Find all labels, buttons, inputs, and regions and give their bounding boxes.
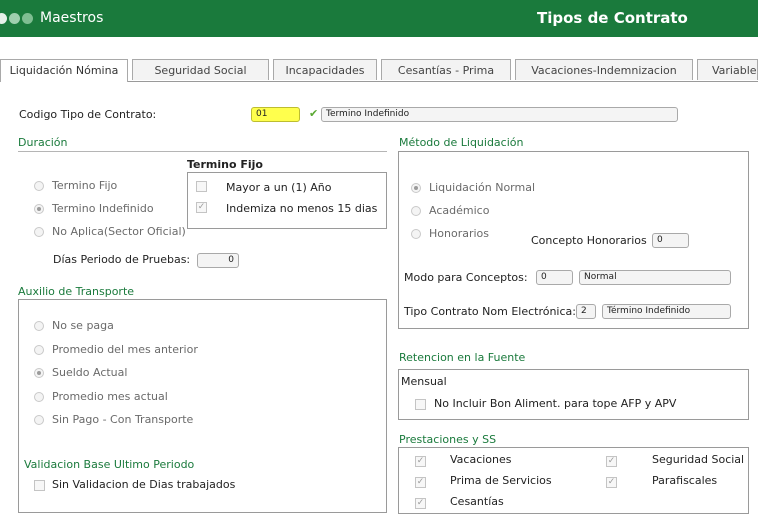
termino-fijo-title: Termino Fijo	[187, 158, 263, 171]
tab-variables[interactable]: Variables	[697, 59, 758, 80]
sin-validacion-checkbox[interactable]	[34, 480, 45, 491]
radio-no-aplica[interactable]	[34, 227, 44, 237]
tab-seguridad-social[interactable]: Seguridad Social	[132, 59, 269, 80]
window-dot-1[interactable]	[0, 13, 7, 24]
prestaciones-title: Prestaciones y SS	[399, 433, 497, 446]
vacaciones-checkbox[interactable]: ✓	[415, 456, 426, 467]
concepto-honorarios-label: Concepto Honorarios	[531, 234, 647, 247]
auxilio-title: Auxilio de Transporte	[18, 285, 135, 298]
duracion-title: Duración	[18, 136, 68, 149]
radio-sueldo-actual[interactable]	[34, 368, 44, 378]
codigo-input[interactable]: 01	[251, 107, 300, 122]
radio-no-se-paga[interactable]	[34, 321, 44, 331]
no-incluir-bon-label: No Incluir Bon Aliment. para tope AFP y …	[434, 397, 677, 410]
radio-sin-pago-con-transporte[interactable]	[34, 415, 44, 425]
parafiscales-label: Parafiscales	[652, 474, 718, 487]
seguridad-social-label: Seguridad Social	[652, 453, 745, 466]
duracion-divider	[18, 151, 387, 152]
cesantias-label: Cesantías	[450, 495, 504, 508]
lookup-check-icon[interactable]: ✔	[309, 107, 318, 120]
tipo-contrato-ne-label: Tipo Contrato Nom Electrónica:	[404, 305, 576, 318]
dias-prueba-label: Días Periodo de Pruebas:	[53, 253, 191, 266]
parafiscales-checkbox[interactable]: ✓	[606, 477, 617, 488]
radio-academico[interactable]	[411, 206, 421, 216]
screen-title: Tipos de Contrato	[537, 9, 688, 27]
window-dot-3[interactable]	[22, 13, 33, 24]
tab-liquidacion-nomina[interactable]: Liquidación Nómina	[0, 59, 128, 82]
tab-vacaciones-indemnizacion[interactable]: Vacaciones-Indemnizacion	[515, 59, 693, 80]
tab-bar: Liquidación Nómina Seguridad Social Inca…	[0, 59, 758, 82]
termino-fijo-label: Termino Fijo	[52, 179, 118, 192]
dias-prueba-input[interactable]: 0	[197, 253, 239, 268]
mensual-label: Mensual	[401, 375, 447, 388]
tipo-contrato-ne-code[interactable]: 2	[576, 304, 596, 319]
title-bar: Maestros Tipos de Contrato	[0, 0, 758, 37]
radio-termino-indefinido[interactable]	[34, 204, 44, 214]
mayor-un-ano-checkbox[interactable]	[196, 181, 207, 192]
radio-promedio-mes-anterior[interactable]	[34, 345, 44, 355]
no-aplica-label: No Aplica(Sector Oficial)	[52, 225, 186, 238]
retencion-box	[398, 369, 749, 420]
validacion-title: Validacion Base Ultimo Periodo	[24, 458, 195, 471]
radio-liquidacion-normal[interactable]	[411, 183, 421, 193]
liquidacion-normal-label: Liquidación Normal	[429, 181, 536, 194]
retencion-title: Retencion en la Fuente	[399, 351, 526, 364]
tab-incapacidades[interactable]: Incapacidades	[273, 59, 377, 80]
no-incluir-bon-checkbox[interactable]	[415, 399, 426, 410]
metodo-title: Método de Liquidación	[399, 136, 524, 149]
tipo-contrato-ne-description: Término Indefinido	[602, 304, 731, 319]
codigo-description: Termino Indefinido	[321, 107, 678, 122]
sueldo-actual-label: Sueldo Actual	[52, 366, 128, 379]
window-dot-2[interactable]	[9, 13, 20, 24]
radio-honorarios[interactable]	[411, 229, 421, 239]
sin-validacion-label: Sin Validacion de Dias trabajados	[52, 478, 236, 491]
tab-cesantias-prima[interactable]: Cesantías - Prima	[381, 59, 511, 80]
modo-conceptos-description: Normal	[579, 270, 731, 285]
sin-pago-con-transporte-label: Sin Pago - Con Transporte	[52, 413, 194, 426]
promedio-mes-actual-label: Promedio mes actual	[52, 390, 168, 403]
termino-indefinido-label: Termino Indefinido	[52, 202, 154, 215]
codigo-label: Codigo Tipo de Contrato:	[19, 108, 157, 121]
modo-conceptos-code[interactable]: 0	[536, 270, 573, 285]
prima-servicios-label: Prima de Servicios	[450, 474, 552, 487]
app-title: Maestros	[40, 10, 104, 26]
radio-termino-fijo[interactable]	[34, 181, 44, 191]
radio-promedio-mes-actual[interactable]	[34, 392, 44, 402]
academico-label: Académico	[429, 204, 490, 217]
indemniza-15-dias-checkbox[interactable]: ✓	[196, 202, 207, 213]
honorarios-label: Honorarios	[429, 227, 490, 240]
vacaciones-label: Vacaciones	[450, 453, 512, 466]
modo-conceptos-label: Modo para Conceptos:	[404, 271, 528, 284]
no-se-paga-label: No se paga	[52, 319, 114, 332]
concepto-honorarios-input[interactable]: 0	[652, 233, 689, 248]
prima-servicios-checkbox[interactable]: ✓	[415, 477, 426, 488]
indemniza-15-dias-label: Indemiza no menos 15 dias	[226, 202, 378, 215]
mayor-un-ano-label: Mayor a un (1) Año	[226, 181, 332, 194]
promedio-mes-anterior-label: Promedio del mes anterior	[52, 343, 198, 356]
cesantias-checkbox[interactable]: ✓	[415, 498, 426, 509]
seguridad-social-checkbox[interactable]: ✓	[606, 456, 617, 467]
